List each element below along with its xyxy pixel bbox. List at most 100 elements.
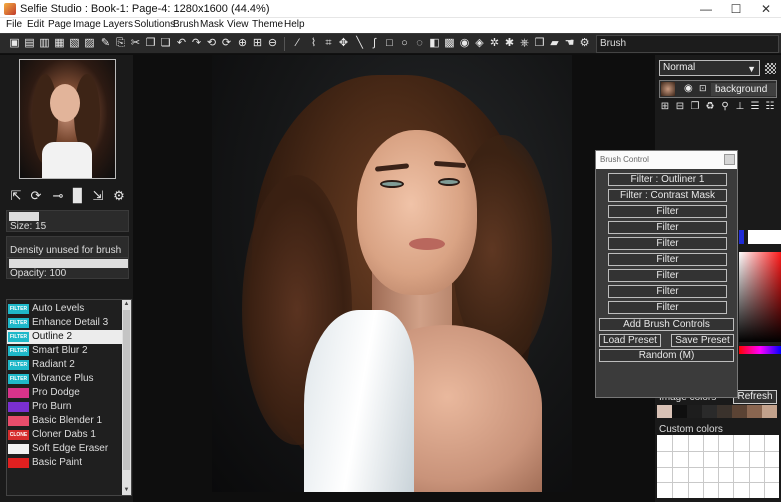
- menu-mask[interactable]: Mask: [200, 19, 224, 30]
- palette-swatch[interactable]: [747, 405, 762, 418]
- undo-icon[interactable]: ↶: [175, 37, 188, 50]
- palette-swatch[interactable]: [732, 405, 747, 418]
- filter-slot-button[interactable]: Filter: [608, 221, 727, 234]
- image-canvas[interactable]: [212, 55, 572, 492]
- close-button[interactable]: ✕: [751, 0, 781, 18]
- menu-brush[interactable]: Brush: [173, 19, 199, 30]
- random-button[interactable]: Random (M): [599, 349, 734, 362]
- size-slider[interactable]: Size: 15: [6, 210, 129, 232]
- delete-layer-icon[interactable]: ♻: [704, 101, 716, 113]
- preset-item[interactable]: FILTER Smart Blur 2: [7, 344, 123, 358]
- eye-icon[interactable]: ◉: [458, 37, 471, 50]
- palette-swatch[interactable]: [672, 405, 687, 418]
- preset-item[interactable]: Pro Dodge: [7, 386, 123, 400]
- preset-item[interactable]: FILTER Enhance Detail 3: [7, 316, 123, 330]
- preset-item[interactable]: FILTER Auto Levels: [7, 302, 123, 316]
- sparkle-icon[interactable]: ✲: [488, 37, 501, 50]
- copy-icon[interactable]: ❐: [144, 37, 157, 50]
- new-page-icon[interactable]: ▧: [68, 37, 81, 50]
- save-icon[interactable]: ▣: [8, 37, 21, 50]
- menu-help[interactable]: Help: [284, 19, 305, 30]
- scroll-up-icon[interactable]: ▲: [122, 300, 131, 309]
- cut-icon[interactable]: ✂: [129, 37, 142, 50]
- filter-slot-button[interactable]: Filter: [608, 285, 727, 298]
- palette-swatch[interactable]: [687, 405, 702, 418]
- zoom-in-icon[interactable]: ⊕: [236, 37, 249, 50]
- opacity-slider[interactable]: Opacity: 100: [6, 257, 129, 279]
- preset-item[interactable]: Basic Paint: [7, 456, 123, 470]
- rotate-right-icon[interactable]: ⟳: [220, 37, 233, 50]
- layer-row-background[interactable]: ◉ ⊡ background: [659, 80, 777, 98]
- filter-slot-button[interactable]: Filter : Contrast Mask: [608, 189, 727, 202]
- brush-open-icon[interactable]: ⇱: [8, 188, 24, 204]
- brush-tool-icon[interactable]: ⁄: [291, 37, 304, 50]
- retouch-icon[interactable]: ◈: [473, 37, 486, 50]
- blend-mode-select[interactable]: Normal ▼: [659, 60, 760, 76]
- ellipse-icon[interactable]: ○: [398, 37, 411, 50]
- palette-swatch[interactable]: [717, 405, 732, 418]
- preset-item[interactable]: FILTER Radiant 2: [7, 358, 123, 372]
- preset-item[interactable]: Soft Edge Eraser: [7, 442, 123, 456]
- export-icon[interactable]: ▥: [38, 37, 51, 50]
- preset-item[interactable]: FILTER Outline 2: [7, 330, 123, 344]
- line-icon[interactable]: ╲: [353, 37, 366, 50]
- pen-icon[interactable]: ✎: [99, 37, 112, 50]
- minimize-button[interactable]: —: [691, 0, 721, 18]
- lasso-icon[interactable]: ◌: [413, 37, 426, 50]
- custom-colors-grid[interactable]: [657, 435, 779, 498]
- duplicate-layer-icon[interactable]: ❐: [689, 101, 701, 113]
- lock-icon[interactable]: ⊡: [699, 83, 707, 94]
- filter-slot-button[interactable]: Filter : Outliner 1: [608, 173, 727, 186]
- preset-list-scrollbar[interactable]: ▲ ▼: [122, 300, 131, 495]
- copy-page-icon[interactable]: ▨: [83, 37, 96, 50]
- color-saturation-field[interactable]: [739, 252, 781, 342]
- settings-gear-icon[interactable]: ⚙: [578, 37, 591, 50]
- brush-preset-list[interactable]: FILTER Auto Levels FILTER Enhance Detail 3F…: [6, 299, 132, 496]
- scroll-thumb[interactable]: [123, 310, 130, 470]
- eye-icon[interactable]: ◉: [684, 83, 693, 94]
- preset-item[interactable]: FILTER Vibrance Plus: [7, 372, 123, 386]
- clipboard-icon[interactable]: ⎘: [114, 37, 127, 50]
- save-as-icon[interactable]: ▤: [23, 37, 36, 50]
- merge-layer-icon[interactable]: ⊥: [734, 101, 746, 113]
- hand-icon[interactable]: ☚: [563, 37, 576, 50]
- preset-item[interactable]: CLONE Cloner Dabs 1: [7, 428, 123, 442]
- brush-refresh-icon[interactable]: ⟳: [28, 188, 44, 204]
- eyedropper-icon[interactable]: ⌇: [307, 37, 320, 50]
- add-layer-icon[interactable]: ⊞: [659, 101, 671, 113]
- filter-slot-button[interactable]: Filter: [608, 205, 727, 218]
- layer-options-icon[interactable]: ☷: [764, 101, 776, 113]
- secondary-color-swatch[interactable]: [739, 230, 744, 244]
- menu-image[interactable]: Image: [73, 19, 101, 30]
- filter-slot-button[interactable]: Filter: [608, 237, 727, 250]
- images-icon[interactable]: ▰: [548, 37, 561, 50]
- fit-icon[interactable]: ⊞: [251, 37, 264, 50]
- page-thumbnail[interactable]: [19, 59, 116, 179]
- rectangle-icon[interactable]: □: [383, 37, 396, 50]
- palette-swatch[interactable]: [657, 405, 672, 418]
- maximize-button[interactable]: ☐: [721, 0, 751, 18]
- transparency-checker-icon[interactable]: [765, 63, 776, 74]
- menu-view[interactable]: View: [227, 19, 249, 30]
- color-picker[interactable]: [739, 230, 781, 380]
- curve-icon[interactable]: ∫: [368, 37, 381, 50]
- dialog-close-button[interactable]: [724, 154, 735, 165]
- paste-icon[interactable]: ❏: [159, 37, 172, 50]
- menu-solutions[interactable]: Solutions: [134, 19, 175, 30]
- dialog-title-bar[interactable]: Brush Control: [596, 151, 737, 169]
- filter-slot-button[interactable]: Filter: [608, 253, 727, 266]
- refresh-button[interactable]: Refresh: [733, 390, 777, 404]
- load-preset-button[interactable]: Load Preset: [599, 334, 661, 347]
- crop-icon[interactable]: ⌗: [322, 37, 335, 50]
- menu-edit[interactable]: Edit: [27, 19, 44, 30]
- preset-item[interactable]: Basic Blender 1: [7, 414, 123, 428]
- layer-list-icon[interactable]: ☰: [749, 101, 761, 113]
- brush-save-icon[interactable]: ⇲: [90, 188, 106, 204]
- zoom-out-icon[interactable]: ⊖: [266, 37, 279, 50]
- gradient-icon[interactable]: ◧: [428, 37, 441, 50]
- scroll-down-icon[interactable]: ▼: [122, 486, 131, 495]
- menu-file[interactable]: File: [6, 19, 22, 30]
- redo-icon[interactable]: ↷: [190, 37, 203, 50]
- filter-slot-button[interactable]: Filter: [608, 269, 727, 282]
- move-icon[interactable]: ✥: [337, 37, 350, 50]
